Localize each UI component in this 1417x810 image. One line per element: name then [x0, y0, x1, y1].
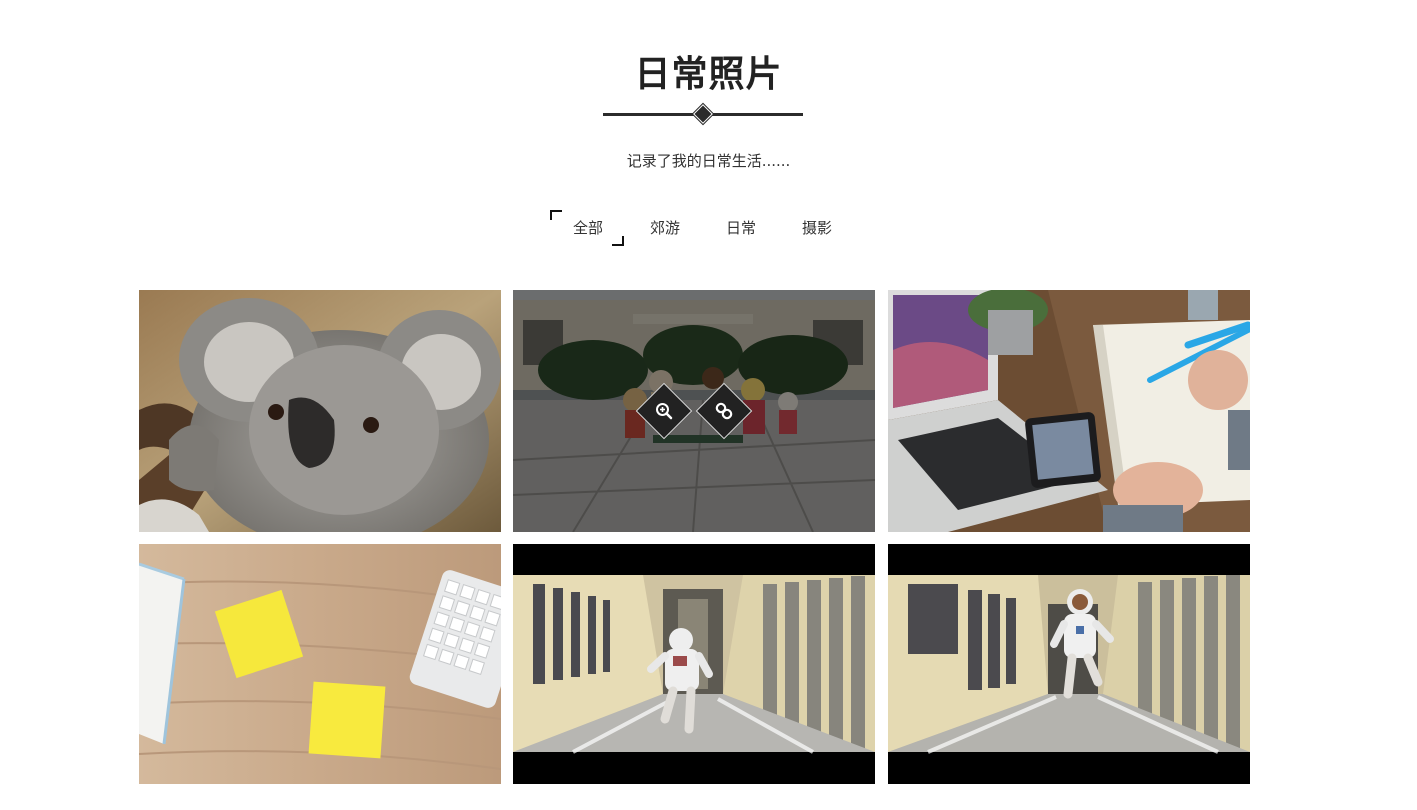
page-subtitle: 记录了我的日常生活......	[626, 152, 791, 170]
page-title: 日常照片	[634, 54, 783, 95]
gallery-item-sticky-notes[interactable]	[139, 544, 501, 784]
gallery-item-plaza[interactable]	[513, 290, 875, 532]
active-corner-top-left	[550, 210, 562, 220]
astronaut-front-photo	[888, 544, 1250, 784]
gallery-item-koala[interactable]	[139, 290, 501, 532]
filter-daily[interactable]: 日常	[721, 212, 761, 244]
filter-label: 日常	[725, 219, 756, 237]
title-divider	[603, 104, 803, 124]
koala-photo	[139, 290, 501, 532]
active-corner-bottom-right	[612, 236, 624, 246]
sticky-notes-photo	[139, 544, 501, 784]
filter-label: 全部	[572, 219, 603, 237]
divider-diamond-icon	[693, 104, 713, 124]
filter-bar: 全部 郊游 日常 摄影	[0, 210, 1417, 248]
link-icon	[705, 392, 743, 430]
gallery-item-laptop[interactable]	[888, 290, 1250, 532]
filter-outing[interactable]: 郊游	[645, 212, 685, 244]
astronaut-back-photo	[513, 544, 875, 784]
filter-label: 郊游	[649, 219, 680, 237]
filter-photography[interactable]: 摄影	[797, 212, 837, 244]
zoom-in-icon	[645, 392, 683, 430]
laptop-photo	[888, 290, 1250, 532]
filter-all[interactable]: 全部	[550, 210, 624, 246]
hover-overlay	[513, 290, 875, 532]
filter-label: 摄影	[801, 219, 832, 237]
gallery-item-astronaut-back[interactable]	[513, 544, 875, 784]
gallery-item-astronaut-front[interactable]	[888, 544, 1250, 784]
